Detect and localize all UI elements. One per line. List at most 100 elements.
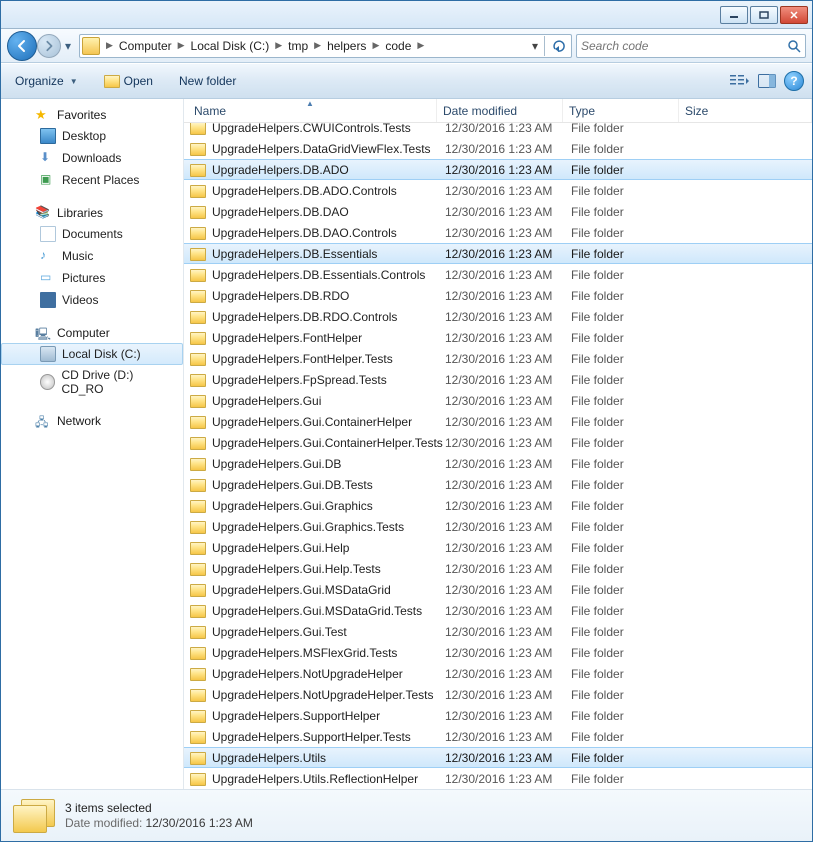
file-row[interactable]: UpgradeHelpers.Gui.Help12/30/2016 1:23 A… [184,537,812,558]
search-input[interactable] [581,39,787,53]
file-name: UpgradeHelpers.Gui.Graphics.Tests [212,520,445,534]
breadcrumb-tmp[interactable]: tmp [284,35,312,57]
file-row[interactable]: UpgradeHelpers.Gui.MSDataGrid12/30/2016 … [184,579,812,600]
file-type: File folder [571,709,687,723]
chevron-right-icon[interactable]: ▶ [176,40,187,51]
column-type[interactable]: Type [563,99,679,122]
file-row[interactable]: UpgradeHelpers.DB.RDO12/30/2016 1:23 AMF… [184,285,812,306]
breadcrumb-bar[interactable]: ▶ Computer ▶ Local Disk (C:) ▶ tmp ▶ hel… [79,34,572,58]
file-row[interactable]: UpgradeHelpers.DB.RDO.Controls12/30/2016… [184,306,812,327]
nav-documents[interactable]: Documents [1,223,183,245]
file-row[interactable]: UpgradeHelpers.Gui.Graphics12/30/2016 1:… [184,495,812,516]
nav-downloads[interactable]: ⬇Downloads [1,147,183,169]
file-row[interactable]: UpgradeHelpers.Utils12/30/2016 1:23 AMFi… [184,747,812,768]
file-type: File folder [571,730,687,744]
forward-button[interactable] [37,34,61,58]
file-row[interactable]: UpgradeHelpers.Gui.MSDataGrid.Tests12/30… [184,600,812,621]
file-row[interactable]: UpgradeHelpers.DB.Essentials.Controls12/… [184,264,812,285]
new-folder-button[interactable]: New folder [173,71,242,91]
file-row[interactable]: UpgradeHelpers.FontHelper.Tests12/30/201… [184,348,812,369]
nav-history-dropdown[interactable]: ▾ [61,31,75,61]
nav-videos[interactable]: Videos [1,289,183,311]
chevron-right-icon[interactable]: ▶ [370,40,381,51]
nav-music[interactable]: ♪Music [1,245,183,267]
nav-favorites[interactable]: ★ Favorites [1,105,183,125]
file-row[interactable]: UpgradeHelpers.Utils.ReflectionHelper12/… [184,768,812,789]
folder-icon [190,353,206,366]
file-row[interactable]: UpgradeHelpers.DB.Essentials12/30/2016 1… [184,243,812,264]
chevron-right-icon[interactable]: ▶ [273,40,284,51]
search-icon[interactable] [787,39,801,53]
file-row[interactable]: UpgradeHelpers.SupportHelper.Tests12/30/… [184,726,812,747]
breadcrumb-localdisk[interactable]: Local Disk (C:) [187,35,274,57]
file-row[interactable]: UpgradeHelpers.SupportHelper12/30/2016 1… [184,705,812,726]
file-row[interactable]: UpgradeHelpers.CWUIControls.Tests12/30/2… [184,123,812,138]
organize-button[interactable]: Organize ▼ [9,71,84,91]
column-name[interactable]: ▲ Name [184,99,437,122]
file-row[interactable]: UpgradeHelpers.DB.ADO12/30/2016 1:23 AMF… [184,159,812,180]
file-date: 12/30/2016 1:23 AM [445,268,571,282]
file-row[interactable]: UpgradeHelpers.FpSpread.Tests12/30/2016 … [184,369,812,390]
file-row[interactable]: UpgradeHelpers.Gui.Test12/30/2016 1:23 A… [184,621,812,642]
file-list[interactable]: UpgradeHelpers.CWUIControls.Tests12/30/2… [184,123,812,789]
folder-icon [190,626,206,639]
nav-item-label: Downloads [62,151,121,165]
file-row[interactable]: UpgradeHelpers.DB.DAO12/30/2016 1:23 AMF… [184,201,812,222]
nav-recent-places[interactable]: ▣Recent Places [1,169,183,191]
file-row[interactable]: UpgradeHelpers.Gui.ContainerHelper12/30/… [184,411,812,432]
file-row[interactable]: UpgradeHelpers.Gui.Help.Tests12/30/2016 … [184,558,812,579]
file-row[interactable]: UpgradeHelpers.Gui.DB.Tests12/30/2016 1:… [184,474,812,495]
file-row[interactable]: UpgradeHelpers.Gui.ContainerHelper.Tests… [184,432,812,453]
refresh-button[interactable] [547,35,569,57]
chevron-right-icon[interactable]: ▶ [104,40,115,51]
column-size[interactable]: Size [679,99,812,122]
column-date[interactable]: Date modified [437,99,563,122]
breadcrumb-helpers[interactable]: helpers [323,35,370,57]
file-row[interactable]: UpgradeHelpers.DB.DAO.Controls12/30/2016… [184,222,812,243]
file-row[interactable]: UpgradeHelpers.FontHelper12/30/2016 1:23… [184,327,812,348]
file-row[interactable]: UpgradeHelpers.Gui.DB12/30/2016 1:23 AMF… [184,453,812,474]
help-button[interactable]: ? [784,71,804,91]
nav-cd-drive[interactable]: CD Drive (D:) CD_RO [1,365,183,399]
navigation-pane[interactable]: ★ Favorites Desktop ⬇Downloads ▣Recent P… [1,99,184,789]
file-row[interactable]: UpgradeHelpers.Gui12/30/2016 1:23 AMFile… [184,390,812,411]
nav-libraries[interactable]: 📚 Libraries [1,203,183,223]
breadcrumb-code[interactable]: code [381,35,415,57]
file-row[interactable]: UpgradeHelpers.NotUpgradeHelper12/30/201… [184,663,812,684]
file-row[interactable]: UpgradeHelpers.Gui.Graphics.Tests12/30/2… [184,516,812,537]
network-icon: 🖧 [35,413,51,429]
file-row[interactable]: UpgradeHelpers.DB.ADO.Controls12/30/2016… [184,180,812,201]
file-name: UpgradeHelpers.DB.Essentials.Controls [212,268,445,282]
preview-pane-button[interactable] [756,71,778,91]
minimize-button[interactable] [720,6,748,24]
close-button[interactable] [780,6,808,24]
file-type: File folder [571,352,687,366]
open-button[interactable]: Open [98,71,159,91]
nav-desktop[interactable]: Desktop [1,125,183,147]
file-name: UpgradeHelpers.Gui.Help [212,541,445,555]
nav-item-label: Videos [62,293,98,307]
column-label: Type [569,104,595,118]
file-date: 12/30/2016 1:23 AM [445,142,571,156]
nav-computer[interactable]: 🖳 Computer [1,323,183,343]
back-button[interactable] [7,31,37,61]
view-mode-button[interactable] [728,71,750,91]
breadcrumb-dropdown[interactable]: ▾ [528,39,542,53]
nav-local-disk[interactable]: Local Disk (C:) [1,343,183,365]
new-folder-label: New folder [179,74,236,88]
folder-icon [190,542,206,555]
file-row[interactable]: UpgradeHelpers.NotUpgradeHelper.Tests12/… [184,684,812,705]
nav-pictures[interactable]: ▭Pictures [1,267,183,289]
breadcrumb-computer[interactable]: Computer [115,35,176,57]
details-date-value: 12/30/2016 1:23 AM [145,816,252,830]
nav-network[interactable]: 🖧 Network [1,411,183,431]
file-type: File folder [571,163,687,177]
chevron-right-icon[interactable]: ▶ [312,40,323,51]
file-type: File folder [571,751,687,765]
file-row[interactable]: UpgradeHelpers.MSFlexGrid.Tests12/30/201… [184,642,812,663]
search-box[interactable] [576,34,806,58]
chevron-right-icon[interactable]: ▶ [415,40,426,51]
maximize-button[interactable] [750,6,778,24]
nav-item-label: CD Drive (D:) CD_RO [61,368,174,396]
file-row[interactable]: UpgradeHelpers.DataGridViewFlex.Tests12/… [184,138,812,159]
